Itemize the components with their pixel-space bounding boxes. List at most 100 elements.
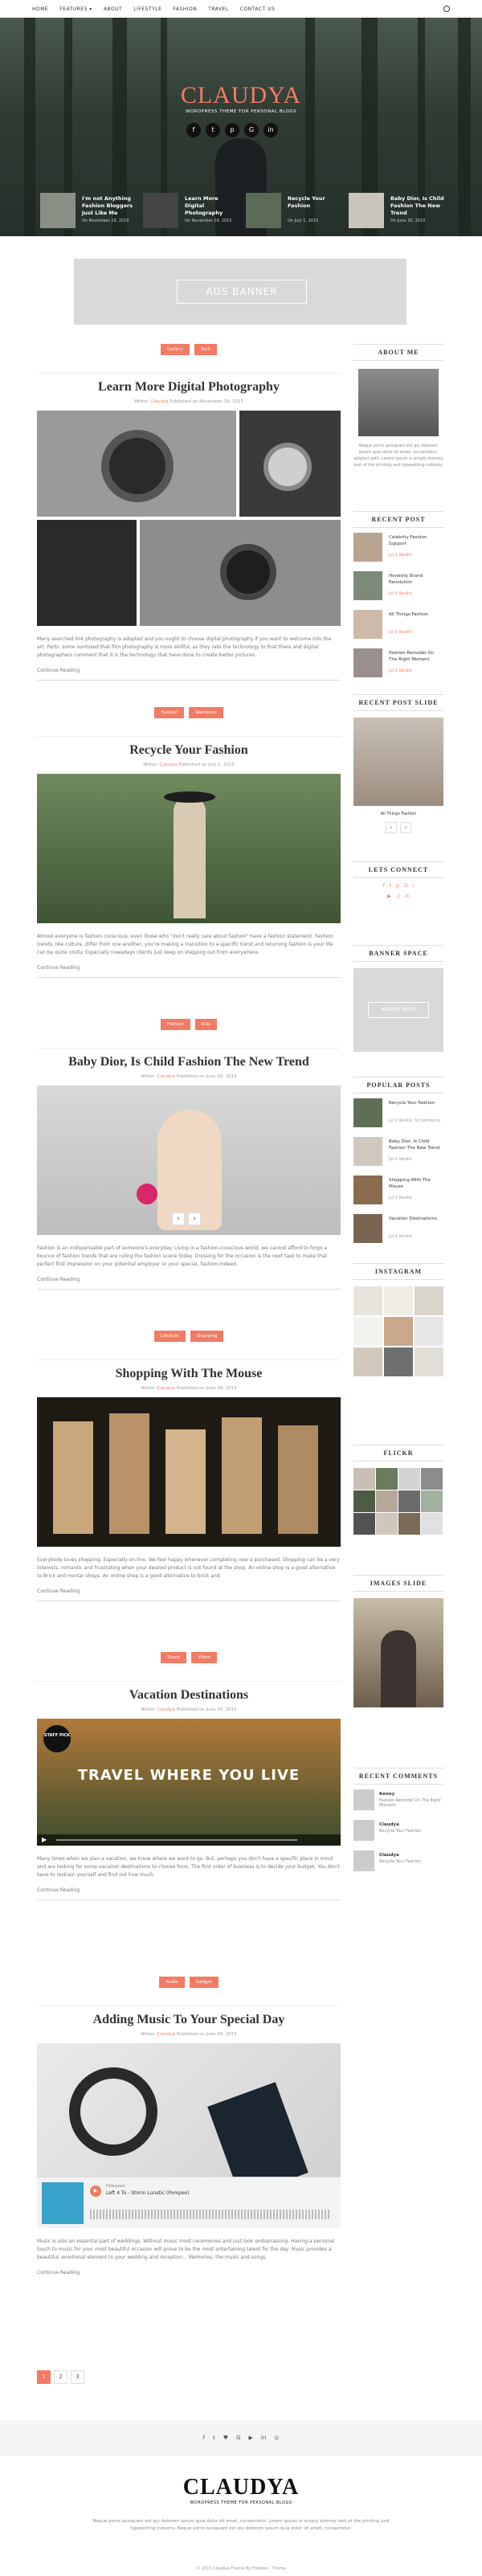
post-title[interactable]: Baby Dior, Is Child Fashion The New Tren…	[37, 1048, 341, 1069]
facebook-icon[interactable]: f	[203, 2435, 205, 2441]
instagram-photo[interactable]	[353, 1317, 382, 1346]
post-image[interactable]	[37, 774, 341, 923]
post-title[interactable]: Shopping With The Mouse	[37, 1360, 341, 1381]
page-button[interactable]: 2	[54, 2370, 67, 2384]
category-tag[interactable]: Fashion	[154, 707, 185, 718]
popular-post-title[interactable]: Baby Dior, Is Child Fashion The New Tren…	[389, 1139, 443, 1151]
heart-icon[interactable]: ♥	[223, 2435, 228, 2441]
instagram-photo[interactable]	[384, 1347, 413, 1376]
youtube-icon[interactable]: ▶	[249, 2435, 253, 2441]
slide-next-button[interactable]: ›	[400, 822, 411, 833]
hero-slide-item[interactable]: I'm not Anything Fashion Bloggers Just L…	[40, 193, 137, 228]
nav-item-about[interactable]: ABOUT	[104, 6, 122, 12]
recent-post-item[interactable]: Celebrity Fashion Support Jul 1 Vanillo	[353, 533, 443, 566]
images-slide-photo[interactable]	[353, 1598, 443, 1707]
youtube-icon[interactable]: ▶	[387, 893, 391, 899]
post-author[interactable]: Claudya	[157, 1386, 175, 1391]
site-logo[interactable]: CLAUDYA	[0, 82, 482, 109]
category-tag[interactable]: Tech	[194, 344, 217, 355]
recent-slide-caption[interactable]: All Things Fashion	[353, 811, 443, 817]
comment-post[interactable]: Fashion Remodel On The Right Moment	[379, 1798, 442, 1808]
continue-reading-link[interactable]: Continue Reading	[37, 1887, 341, 1893]
post-author[interactable]: Claudya	[150, 399, 168, 404]
recent-post-title[interactable]: Honestly Brand Revolution	[389, 573, 443, 586]
video-player[interactable]: STAFF PICK TRAVEL WHERE YOU LIVE ▶	[37, 1719, 341, 1846]
nav-item-contact[interactable]: CONTACT US	[240, 6, 276, 12]
hero-slide-item[interactable]: Baby Dior, Is Child Fashion The New Tren…	[349, 193, 445, 228]
video-progress-bar[interactable]	[56, 1839, 297, 1841]
popular-post-title[interactable]: Shopping With The Mouse	[389, 1177, 443, 1190]
flickr-photo[interactable]	[398, 1513, 420, 1535]
category-tag[interactable]: Travel	[161, 1652, 187, 1663]
twitter-icon[interactable]: t	[390, 883, 391, 889]
search-icon[interactable]	[443, 6, 450, 12]
recent-post-title[interactable]: Celebrity Fashion Support	[389, 534, 443, 547]
category-tag[interactable]: Gadget	[189, 1977, 219, 1988]
twitter-icon[interactable]: t	[213, 2435, 215, 2441]
continue-reading-link[interactable]: Continue Reading	[37, 1589, 341, 1594]
recent-post-item[interactable]: All Things Fashion Jul 1 Vanillo	[353, 610, 443, 644]
category-tag[interactable]: Kids	[194, 1019, 218, 1030]
post-image-slider[interactable]: ‹ ›	[37, 1086, 341, 1235]
slider-prev-button[interactable]: ‹	[172, 1212, 185, 1225]
flickr-photo[interactable]	[353, 1513, 375, 1535]
flickr-photo[interactable]	[421, 1513, 443, 1535]
comment-post[interactable]: Recycle Your Fashion	[379, 1829, 442, 1834]
play-icon[interactable]: ▶	[90, 2186, 101, 2197]
popular-post-title[interactable]: Recycle Your Fashion	[389, 1100, 443, 1106]
google-plus-icon[interactable]: G	[244, 123, 259, 137]
instagram-photo[interactable]	[415, 1347, 443, 1376]
popular-post-item[interactable]: Shopping With The Mouse Jul 1 Vanillo	[353, 1176, 443, 1209]
category-tag[interactable]: Shopping	[190, 1331, 224, 1342]
flickr-photo[interactable]	[353, 1490, 375, 1512]
category-tag[interactable]: Gallery	[161, 344, 190, 355]
linkedin-icon[interactable]: in	[405, 893, 409, 899]
flickr-photo[interactable]	[398, 1468, 420, 1490]
audio-waveform[interactable]	[90, 2210, 331, 2219]
comment-author[interactable]: Claudya	[379, 1822, 434, 1828]
nav-item-travel[interactable]: TRAVEL	[208, 6, 229, 12]
post-gallery[interactable]	[37, 411, 341, 626]
recent-slide-image[interactable]	[353, 718, 443, 806]
comment-author[interactable]: Claudya	[379, 1852, 434, 1858]
continue-reading-link[interactable]: Continue Reading	[37, 668, 341, 673]
nav-item-home[interactable]: HOME	[32, 6, 48, 12]
linkedin-icon[interactable]: in	[261, 2435, 266, 2441]
flickr-photo[interactable]	[421, 1468, 443, 1490]
post-title[interactable]: Learn More Digital Photography	[37, 373, 341, 395]
slide-prev-button[interactable]: ‹	[386, 822, 397, 833]
recent-post-title[interactable]: All Things Fashion	[389, 611, 443, 618]
twitter-icon[interactable]: t	[206, 123, 220, 137]
flickr-photo[interactable]	[353, 1468, 375, 1490]
recent-post-item[interactable]: Fashion Remodel On The Right Moment Jul …	[353, 648, 443, 682]
post-title[interactable]: Vacation Destinations	[37, 1681, 341, 1703]
comment-author[interactable]: Kenny	[379, 1791, 434, 1797]
instagram-photo[interactable]	[415, 1286, 443, 1315]
category-tag[interactable]: Lifestyle	[153, 1331, 186, 1342]
recent-post-item[interactable]: Honestly Brand Revolution Jul 1 Vanillo	[353, 571, 443, 605]
nav-item-lifestyle[interactable]: LIFESTYLE	[133, 6, 161, 12]
post-title[interactable]: Adding Music To Your Special Day	[37, 2006, 341, 2027]
post-image[interactable]	[37, 1397, 341, 1547]
nav-item-features[interactable]: FEATURES ▾	[59, 6, 92, 12]
post-image[interactable]: ▶ Hideapan Left 4 To - Storm Lunatic (Po…	[37, 2043, 341, 2228]
post-author[interactable]: Claudya	[157, 1074, 175, 1079]
category-tag[interactable]: Video	[191, 1652, 217, 1663]
category-tag[interactable]: Fashion	[160, 1019, 190, 1030]
slider-next-button[interactable]: ›	[188, 1212, 201, 1225]
footer-logo[interactable]: CLAUDYA	[0, 2475, 482, 2500]
play-icon[interactable]: ▶	[42, 1836, 47, 1843]
google-plus-icon[interactable]: G	[404, 883, 408, 889]
pinterest-icon[interactable]: p	[396, 883, 399, 889]
category-tag[interactable]: Audio	[159, 1977, 185, 1988]
video-controls[interactable]: ▶	[37, 1834, 341, 1846]
popular-post-item[interactable]: Baby Dior, Is Child Fashion The New Tren…	[353, 1137, 443, 1171]
category-tag[interactable]: Wardrobe	[189, 707, 223, 718]
flickr-photo[interactable]	[376, 1513, 398, 1535]
comment-post[interactable]: Recycle Your Fashion	[379, 1859, 442, 1864]
banner-space[interactable]: BANNER SPACE	[353, 968, 443, 1052]
instagram-icon[interactable]: i	[413, 883, 415, 889]
post-author[interactable]: Claudya	[159, 763, 177, 767]
instagram-photo[interactable]	[353, 1347, 382, 1376]
page-button[interactable]: 1	[37, 2370, 51, 2384]
